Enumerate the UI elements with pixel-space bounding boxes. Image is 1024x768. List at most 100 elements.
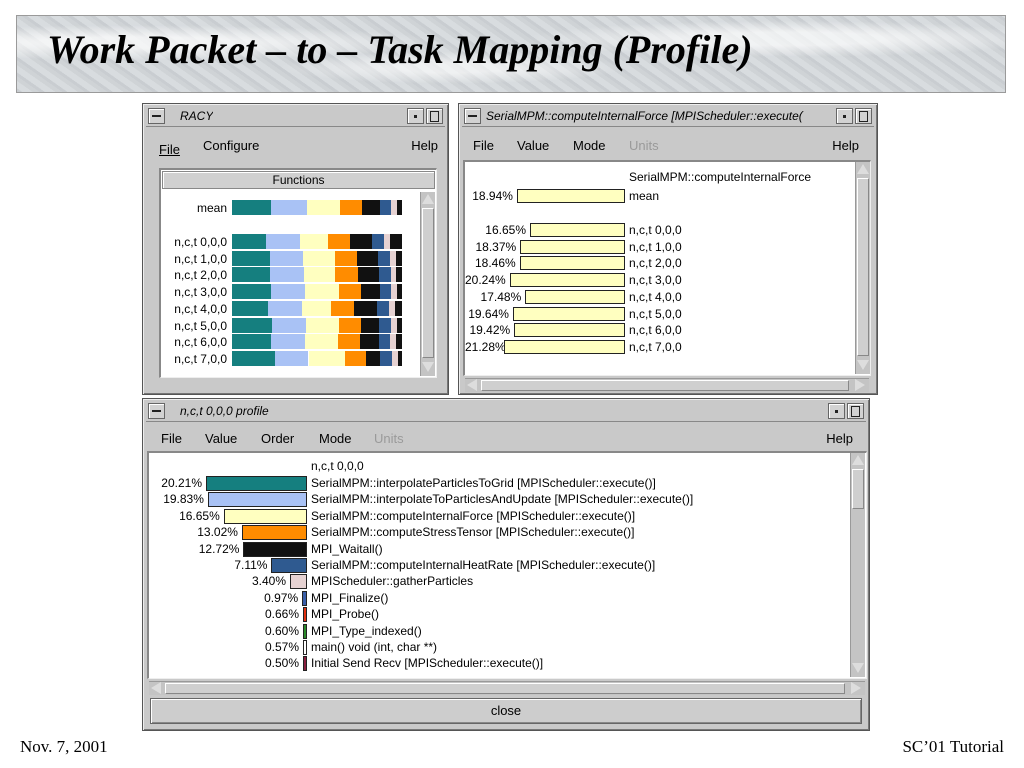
racy-bar-segment[interactable] [232,200,272,215]
racy-bar-segment[interactable] [397,350,402,366]
function-row-bar[interactable] [519,256,625,271]
profile-row-bar[interactable] [223,508,307,524]
profile-row[interactable]: 19.83% SerialMPM::interpolateToParticlesA… [149,491,847,508]
racy-bar-segment[interactable] [380,350,393,366]
scroll-thumb[interactable] [857,178,869,356]
close-button[interactable]: close [150,698,862,724]
racy-stacked-bar[interactable] [232,250,402,266]
racy-bar-segment[interactable] [396,334,402,350]
function-row[interactable]: 19.42% n,c,t 6,0,0 [465,322,853,338]
racy-bar-segment[interactable] [379,200,392,215]
racy-row[interactable]: n,c,t 6,0,0 [161,334,417,350]
function-row-bar[interactable] [503,339,625,354]
scroll-up-arrow[interactable] [422,194,434,204]
racy-bar-segment[interactable] [269,250,304,266]
profile-row[interactable]: 0.97% MPI_Finalize() [149,590,847,606]
racy-bar-segment[interactable] [357,267,379,283]
scroll-left-arrow[interactable] [467,379,477,391]
racy-stacked-bar[interactable] [232,267,402,283]
racy-stacked-bar[interactable] [232,200,402,215]
racy-bar-segment[interactable] [378,267,391,283]
racy-row[interactable]: n,c,t 7,0,0 [161,350,417,367]
racy-bar-segment[interactable] [232,284,272,300]
function-horizontal-scrollbar[interactable] [465,378,869,392]
profile-row[interactable]: 13.02% SerialMPM::computeStressTensor [MP… [149,524,847,541]
scroll-thumb[interactable] [422,208,434,358]
racy-row[interactable]: n,c,t 2,0,0 [161,267,417,283]
racy-bar-segment[interactable] [303,250,335,266]
profile-row-bar[interactable] [303,607,307,623]
racy-bar-segment[interactable] [271,317,307,333]
racy-bar-segment[interactable] [232,334,271,350]
profile-row[interactable]: 20.21% SerialMPM::interpolateParticlesToG… [149,475,847,491]
function-row[interactable]: 18.37% n,c,t 1,0,0 [465,239,853,255]
window-menu-button[interactable] [148,108,165,124]
menu-help[interactable]: Help [411,138,438,153]
racy-bar-segment[interactable] [344,350,367,366]
racy-bar-segment[interactable] [300,234,329,249]
racy-bar-segment[interactable] [376,300,389,316]
racy-bar-segment[interactable] [274,350,309,366]
racy-bar-segment[interactable] [335,267,358,283]
racy-bar-segment[interactable] [306,200,340,215]
racy-bar-segment[interactable] [269,267,304,283]
menu-value[interactable]: Value [517,138,549,153]
profile-row-bar[interactable] [206,476,307,491]
racy-row[interactable]: n,c,t 4,0,0 [161,300,417,317]
menu-configure[interactable]: Configure [203,138,259,153]
racy-bar-segment[interactable] [331,300,354,316]
racy-row[interactable]: n,c,t 0,0,0 [161,234,417,250]
profile-titlebar[interactable]: n,c,t 0,0,0 profile [146,402,866,422]
profile-vertical-scrollbar[interactable] [850,453,865,677]
function-row[interactable]: 17.48% n,c,t 4,0,0 [465,289,853,305]
racy-bar-segment[interactable] [362,200,380,215]
racy-bar-segment[interactable] [305,284,339,300]
racy-bar-segment[interactable] [360,284,380,300]
racy-bar-segment[interactable] [394,300,402,316]
racy-bar-segment[interactable] [232,350,275,366]
racy-bar-segment[interactable] [360,334,379,350]
function-row[interactable]: 18.94% mean [465,188,853,204]
racy-row[interactable]: mean [161,200,417,216]
racy-stacked-bar[interactable] [232,234,402,249]
racy-bar-segment[interactable] [366,350,381,366]
function-row-bar[interactable] [509,273,625,288]
racy-bar-segment[interactable] [378,250,390,266]
racy-bar-segment[interactable] [379,284,392,300]
profile-row-bar[interactable] [271,558,307,573]
racy-bar-segment[interactable] [232,250,270,266]
racy-bar-segment[interactable] [232,234,267,249]
function-row[interactable]: 18.46% n,c,t 2,0,0 [465,255,853,271]
racy-bar-segment[interactable] [338,284,361,300]
scroll-thumb[interactable] [852,469,864,509]
racy-vertical-scrollbar[interactable] [420,192,435,376]
menu-file[interactable]: File [161,431,182,446]
function-titlebar[interactable]: SerialMPM::computeInternalForce [MPISche… [462,107,874,127]
function-row-bar[interactable] [520,239,625,254]
profile-row[interactable]: 0.60% MPI_Type_indexed() [149,623,847,639]
profile-horizontal-scrollbar[interactable] [149,681,865,695]
menu-value[interactable]: Value [205,431,237,446]
maximize-button[interactable] [855,108,872,124]
racy-bar-segment[interactable] [350,234,373,249]
racy-bar-segment[interactable] [303,267,336,283]
function-row-bar[interactable] [514,323,625,338]
profile-row[interactable]: 0.66% MPI_Probe() [149,606,847,623]
racy-bar-segment[interactable] [334,250,358,266]
racy-bar-segment[interactable] [396,267,402,283]
maximize-button[interactable] [426,108,443,124]
racy-bar-segment[interactable] [397,284,402,300]
function-row-bar[interactable] [525,289,625,304]
racy-bar-segment[interactable] [328,234,351,249]
functions-header-button[interactable]: Functions [162,171,435,189]
profile-row-bar[interactable] [303,623,307,639]
scroll-up-arrow[interactable] [852,455,864,465]
racy-bar-segment[interactable] [389,234,402,249]
racy-stacked-bar[interactable] [232,334,402,350]
profile-row[interactable]: 0.57% main() void (int, char **) [149,639,847,655]
scroll-thumb[interactable] [481,380,849,391]
racy-bar-segment[interactable] [396,317,402,333]
profile-row-bar[interactable] [302,590,307,606]
racy-bar-segment[interactable] [270,334,306,350]
scroll-right-arrow[interactable] [855,379,865,391]
